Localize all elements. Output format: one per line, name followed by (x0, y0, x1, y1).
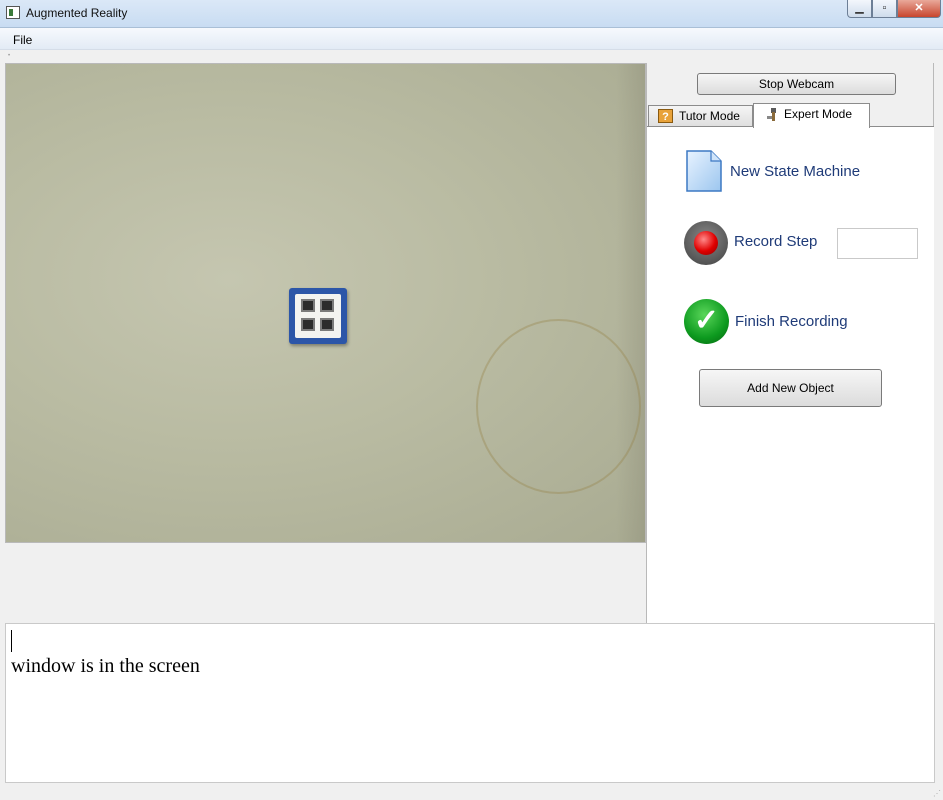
control-panel: Stop Webcam ? Tutor Mode Expert Mode New… (646, 63, 934, 623)
tab-tutor-mode[interactable]: ? Tutor Mode (648, 105, 753, 127)
title-bar: Augmented Reality ▁ ▫ ✕ (0, 0, 943, 28)
close-button[interactable]: ✕ (897, 0, 941, 18)
record-icon[interactable] (684, 221, 728, 265)
ar-marker (289, 288, 347, 344)
expert-icon (767, 108, 776, 121)
finish-recording-label[interactable]: Finish Recording (735, 313, 848, 330)
toolbar-grip-icon: • (8, 53, 11, 59)
maximize-button[interactable]: ▫ (872, 0, 897, 18)
record-step-label[interactable]: Record Step (734, 233, 817, 250)
menu-bar: File (0, 28, 943, 50)
stop-webcam-button[interactable]: Stop Webcam (697, 73, 896, 95)
webcam-view (5, 63, 646, 543)
minimize-icon: ▁ (855, 2, 864, 14)
window-title: Augmented Reality (26, 6, 128, 20)
expert-mode-panel: New State Machine Record Step ✓ Finish R… (647, 126, 934, 623)
new-document-icon[interactable] (685, 149, 723, 193)
marker-cell (320, 318, 334, 331)
new-state-machine-label[interactable]: New State Machine (730, 163, 860, 180)
webcam-padding (5, 543, 646, 623)
maximize-icon: ▫ (882, 2, 887, 14)
app-icon (6, 6, 20, 19)
marker-cell (320, 299, 334, 312)
tab-expert-mode[interactable]: Expert Mode (753, 103, 870, 128)
window-controls: ▁ ▫ ✕ (847, 0, 941, 19)
close-icon: ✕ (914, 2, 924, 14)
question-icon: ? (658, 109, 673, 123)
ar-marker-face (295, 294, 341, 338)
tab-label: Expert Mode (784, 107, 853, 121)
status-bar: ⋰ (0, 783, 943, 800)
record-step-input[interactable] (837, 228, 918, 259)
menu-file[interactable]: File (13, 33, 32, 47)
tab-label: Tutor Mode (679, 109, 740, 123)
size-grip-icon[interactable]: ⋰ (933, 789, 941, 798)
checkmark-icon[interactable]: ✓ (684, 299, 729, 344)
text-cursor (11, 630, 12, 652)
minimize-button[interactable]: ▁ (847, 0, 872, 18)
wall-edge (616, 64, 645, 542)
marker-cell (301, 299, 315, 312)
wall-stain (476, 319, 641, 494)
console-text: window is in the screen (11, 655, 200, 677)
marker-cell (301, 318, 315, 331)
output-console[interactable]: window is in the screen (5, 623, 935, 783)
add-new-object-button[interactable]: Add New Object (699, 369, 882, 407)
